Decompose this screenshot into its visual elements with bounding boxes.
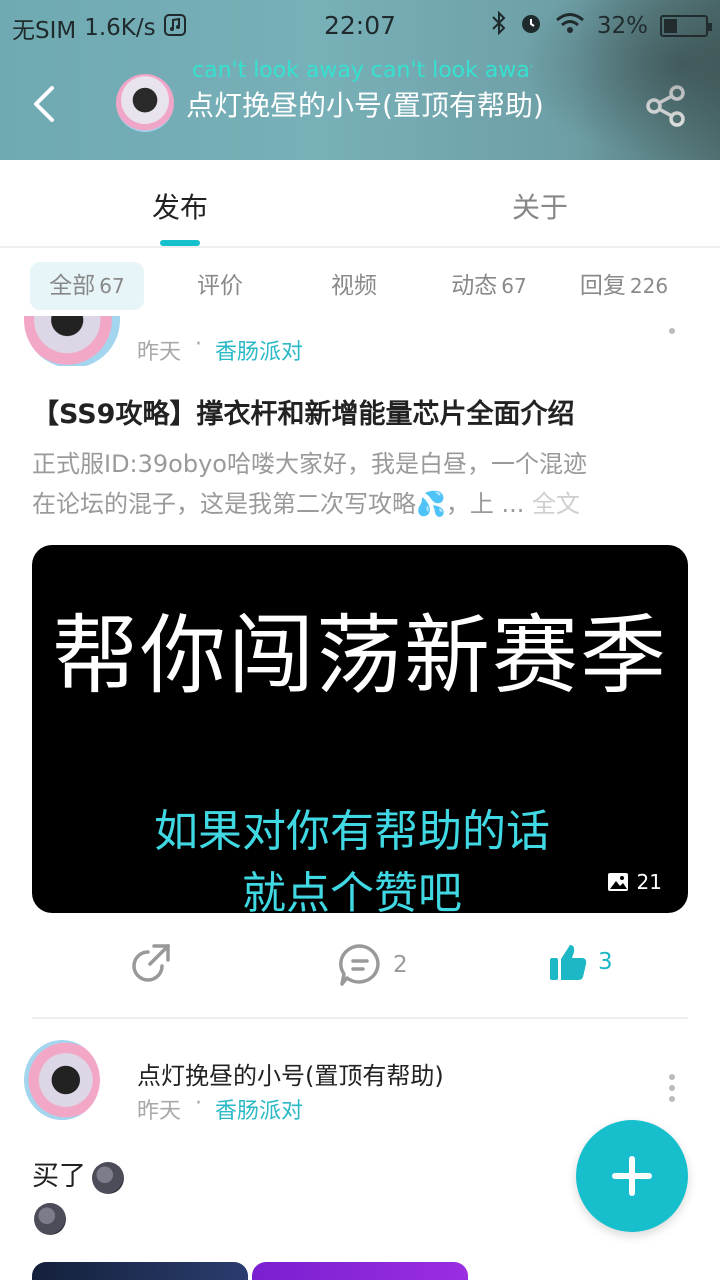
comment-icon — [339, 944, 380, 986]
filter-label: 评价 — [197, 273, 243, 299]
cover-headline: 帮你闯荡新赛季 — [52, 606, 668, 706]
post1-more-button[interactable] — [668, 328, 676, 339]
filter-review[interactable]: 评价 — [188, 262, 252, 310]
forward-icon — [132, 944, 170, 982]
post1-avatar[interactable] — [24, 316, 120, 366]
post1-body[interactable]: 正式服ID:39obyo哈喽大家好，我是白昼，一个混迹 在论坛的混子，这是我第二… — [32, 444, 672, 524]
header-marquee: can't look away can't look away — [192, 58, 532, 83]
filter-count: 67 — [99, 274, 125, 298]
back-button[interactable] — [22, 78, 70, 130]
post1-body-line2: 在论坛的混子，这是我第二次写攻略💦，上 ... — [32, 490, 525, 518]
app-header: 无SIM 1.6K/s 22:07 32% can't look away ca… — [0, 0, 720, 160]
image-count: 21 — [636, 870, 662, 894]
meta-separator: · — [195, 332, 202, 357]
post1-title[interactable]: 【SS9攻略】撑衣杆和新增能量芯片全面介绍 — [32, 392, 574, 431]
post2-text[interactable]: 买了 — [32, 1154, 124, 1194]
like-count: 3 — [598, 949, 613, 975]
filter-all[interactable]: 全部 67 — [30, 262, 144, 310]
alarm-icon — [519, 11, 543, 41]
post2-avatar[interactable] — [24, 1040, 100, 1120]
thumbs-up-icon — [550, 945, 587, 980]
post1-share-button[interactable] — [132, 942, 172, 982]
share-button[interactable] — [644, 84, 688, 128]
meta-separator: · — [195, 1091, 202, 1116]
post2-group-link[interactable]: 香肠派对 — [215, 1093, 303, 1125]
post2-text-content: 买了 — [32, 1161, 86, 1192]
cover-subline-1: 如果对你有帮助的话 — [154, 806, 550, 857]
filter-count: 67 — [501, 274, 527, 298]
full-text-link[interactable]: 全文 — [532, 490, 580, 518]
status-bar: 无SIM 1.6K/s 22:07 32% — [0, 0, 720, 50]
post1-time: 昨天 — [137, 340, 182, 365]
page-title: 点灯挽昼的小号(置顶有帮助) — [186, 89, 544, 122]
tab-publish[interactable]: 发布 — [152, 186, 208, 226]
post1-like-button[interactable]: 3 — [548, 942, 613, 982]
post2-image-1[interactable] — [32, 1262, 248, 1280]
post-divider — [32, 1017, 688, 1019]
image-count-badge: 21 — [607, 870, 662, 894]
post2-more-button[interactable] — [668, 1074, 676, 1107]
battery-icon — [660, 15, 712, 37]
post1-cover-image[interactable]: 帮你闯荡新赛季 如果对你有帮助的话 就点个赞吧 21 — [32, 545, 688, 913]
filter-label: 全部 — [49, 273, 96, 299]
post1-body-line1: 正式服ID:39obyo哈喽大家好，我是白昼，一个混迹 — [32, 450, 587, 478]
tab-bar: 发布 关于 — [0, 160, 720, 248]
filter-label: 动态 — [451, 273, 498, 299]
create-post-button[interactable] — [576, 1120, 688, 1232]
filter-reply[interactable]: 回复 226 — [574, 262, 674, 310]
wifi-icon — [555, 12, 585, 40]
post1-comment-button[interactable]: 2 — [337, 942, 408, 988]
post1-group-link[interactable]: 香肠派对 — [215, 334, 303, 366]
post2-time: 昨天 — [137, 1099, 182, 1124]
cover-subline-2: 就点个赞吧 — [242, 868, 462, 913]
header-avatar[interactable] — [116, 74, 174, 132]
post1-actions: 2 3 — [0, 932, 720, 1002]
moon-emoji-icon — [34, 1203, 66, 1235]
filter-label: 视频 — [331, 273, 377, 299]
filter-video[interactable]: 视频 — [322, 262, 386, 310]
filter-label: 回复 — [579, 273, 626, 299]
back-arrow-icon — [34, 86, 54, 122]
share-icon — [646, 85, 685, 127]
moon-emoji-icon — [92, 1161, 124, 1194]
bluetooth-icon — [491, 10, 507, 41]
post2-image-2[interactable] — [252, 1262, 468, 1280]
post2-author[interactable]: 点灯挽昼的小号(置顶有帮助) — [137, 1056, 444, 1091]
filter-moment[interactable]: 动态 67 — [444, 262, 534, 310]
clock: 22:07 — [323, 11, 397, 40]
battery-percent: 32% — [596, 13, 648, 39]
comment-count: 2 — [393, 952, 408, 978]
tab-about[interactable]: 关于 — [512, 186, 568, 226]
filter-count: 226 — [629, 274, 669, 298]
tab-indicator — [160, 240, 200, 246]
image-icon — [607, 873, 628, 891]
